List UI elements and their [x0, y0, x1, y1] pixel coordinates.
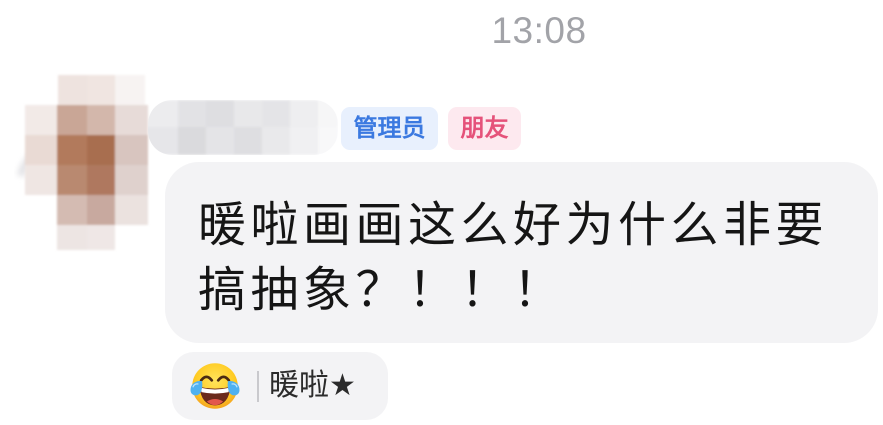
- reaction-pill[interactable]: 暖啦★: [172, 352, 388, 420]
- face-with-tears-of-joy-icon: [189, 360, 241, 412]
- message-text: 暖啦画画这么好为什么非要搞抽象？！！！: [198, 199, 829, 317]
- blurred-avatar-icon: [17, 75, 148, 250]
- badge-admin: 管理员: [341, 107, 438, 150]
- message-timestamp: 13:08: [491, 10, 587, 51]
- message-bubble[interactable]: 暖啦画画这么好为什么非要搞抽象？！！！: [165, 162, 878, 343]
- sender-name: [146, 96, 338, 158]
- avatar[interactable]: [14, 70, 154, 256]
- blurred-name-mosaic: [148, 100, 338, 155]
- reaction-divider: [257, 371, 259, 402]
- badge-friend: 朋友: [448, 107, 521, 150]
- reaction-user-label: 暖啦★: [269, 369, 356, 402]
